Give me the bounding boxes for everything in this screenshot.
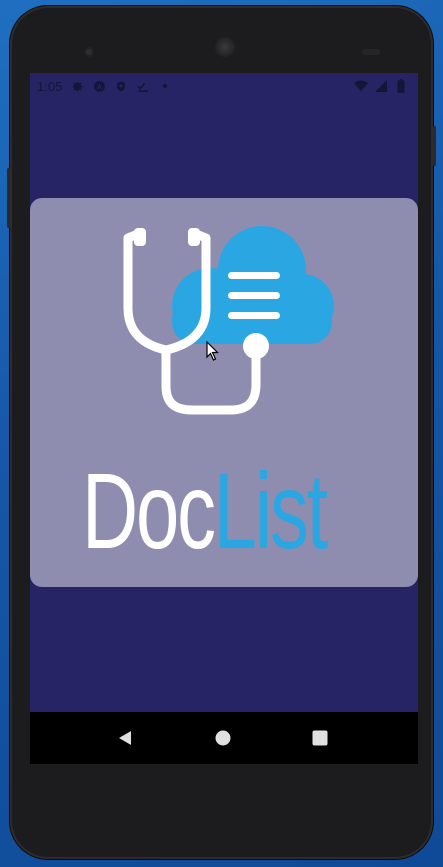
chest-piece (243, 333, 269, 359)
signal-icon (374, 79, 388, 93)
splash-logo-card: Doc List (30, 198, 418, 587)
dot-icon (158, 79, 172, 93)
wordmark-doc: Doc (82, 450, 216, 571)
status-time: 1:05 (37, 78, 63, 94)
app-wordmark: Doc List (82, 450, 329, 571)
mouse-cursor-icon (206, 341, 219, 361)
wifi-icon (354, 79, 368, 93)
back-triangle-icon (119, 731, 131, 745)
navigation-bar (30, 712, 418, 764)
wordmark-list: List (213, 450, 329, 571)
settings-gear-icon (70, 79, 84, 93)
shield-icon (114, 79, 128, 93)
earpiece-left (134, 228, 146, 246)
status-bar: 1:05 (30, 73, 418, 99)
recents-button[interactable] (310, 728, 330, 748)
recents-square-icon (312, 730, 328, 746)
battery-icon (394, 79, 408, 93)
android-studio-icon (92, 79, 106, 93)
earpiece-speaker (215, 37, 235, 57)
home-button[interactable] (213, 728, 233, 748)
power-button (433, 126, 436, 166)
back-button[interactable] (115, 728, 135, 748)
home-circle-icon (215, 730, 231, 746)
front-camera (84, 47, 94, 57)
earpiece-right (188, 228, 200, 246)
volume-button (7, 168, 10, 228)
stethoscope-cloud-icon (123, 226, 334, 415)
proximity-sensor (362, 49, 380, 55)
checklist-icon (136, 79, 150, 93)
app-screen: 1:05 Doc List (30, 73, 418, 764)
